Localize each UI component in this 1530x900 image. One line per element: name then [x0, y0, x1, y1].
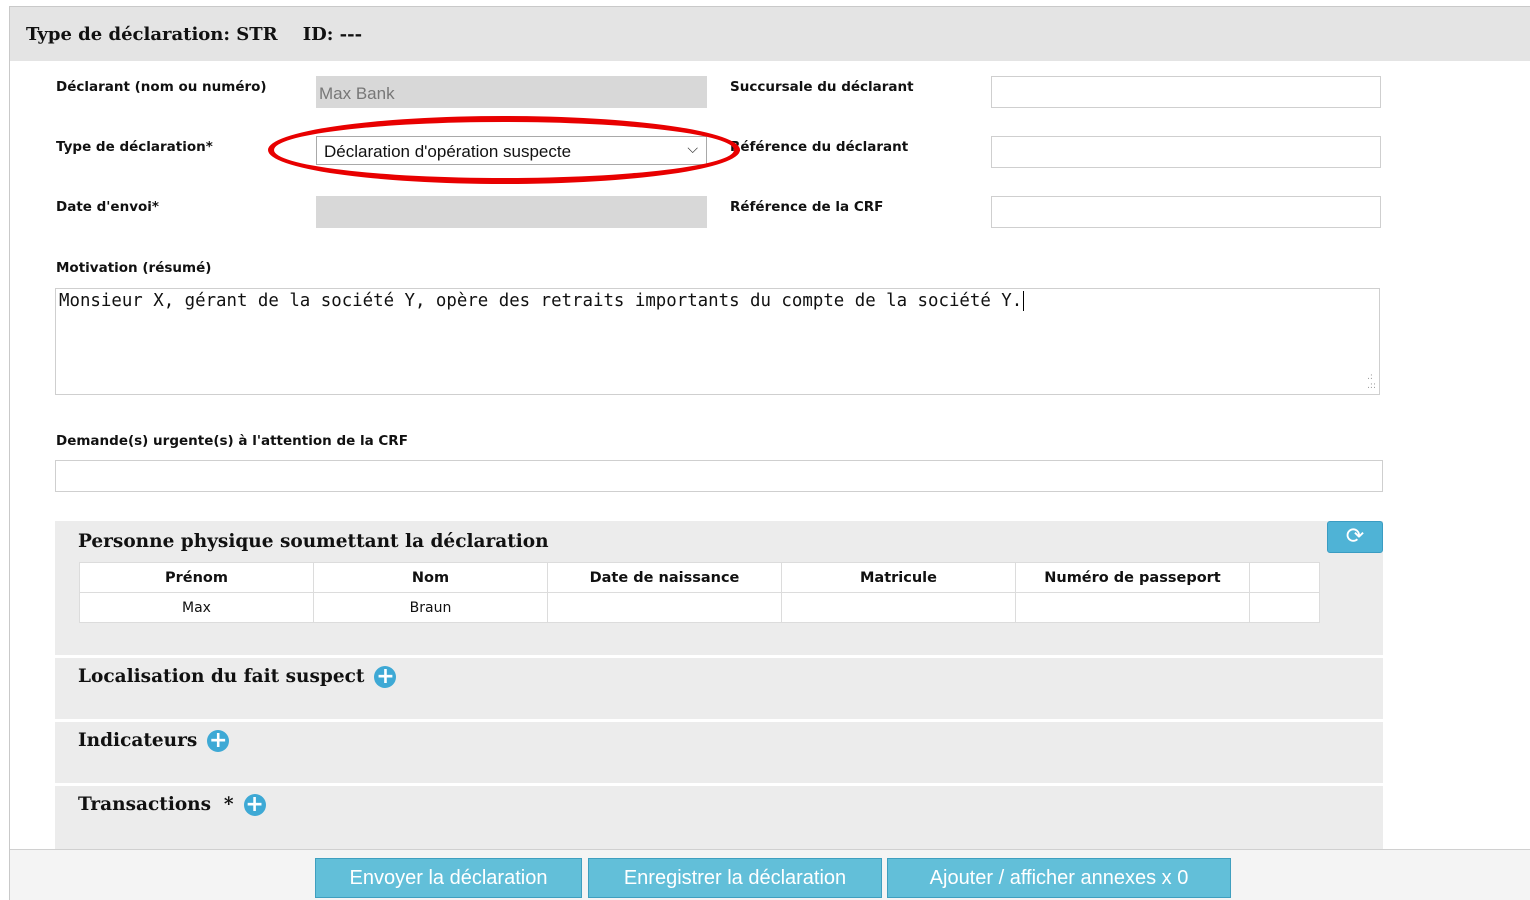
motivation-label: Motivation (résumé) — [56, 260, 212, 276]
add-indicator-icon[interactable]: + — [207, 730, 230, 752]
send-date-label: Date d'envoi* — [56, 199, 159, 215]
declarant-ref-label: Référence du déclarant — [730, 139, 909, 155]
transactions-section: Transactions * + — [55, 786, 1383, 849]
table-cell: Max — [79, 592, 314, 623]
motivation-text: Monsieur X, gérant de la société Y, opèr… — [59, 291, 1025, 311]
transactions-section-title: Transactions * — [78, 794, 234, 815]
table-cell — [1015, 592, 1250, 623]
refresh-icon: ⟳ — [1345, 524, 1365, 549]
column-header: Matricule — [781, 562, 1016, 593]
person-table: Prénom Nom Date de naissance Matricule N… — [79, 562, 1320, 623]
table-cell — [781, 592, 1016, 623]
person-panel-title: Personne physique soumettant la déclarat… — [78, 531, 549, 552]
add-transaction-icon[interactable]: + — [243, 794, 266, 816]
table-cell — [1249, 592, 1320, 623]
location-section-title: Localisation du fait suspect — [78, 666, 365, 687]
motivation-textarea[interactable]: Monsieur X, gérant de la société Y, opèr… — [55, 288, 1380, 395]
resize-grip-icon[interactable]: .:.:: — [1367, 373, 1376, 391]
annexes-button[interactable]: Ajouter / afficher annexes x 0 — [887, 858, 1231, 898]
column-header: Numéro de passeport — [1015, 562, 1250, 593]
declaration-type-select[interactable]: Déclaration d'opération suspecte ⌵ — [316, 136, 707, 165]
table-row[interactable]: Max Braun — [79, 592, 1320, 623]
table-cell — [547, 592, 782, 623]
branch-label: Succursale du déclarant — [730, 79, 914, 95]
declaration-type-value: Déclaration d'opération suspecte — [324, 142, 572, 161]
save-declaration-button[interactable]: Enregistrer la déclaration — [588, 858, 882, 898]
urgent-field[interactable] — [55, 460, 1383, 492]
column-header: Prénom — [79, 562, 314, 593]
crf-ref-label: Référence de la CRF — [730, 199, 884, 215]
declarant-label: Déclarant (nom ou numéro) — [56, 79, 267, 95]
table-cell: Braun — [313, 592, 548, 623]
send-declaration-button[interactable]: Envoyer la déclaration — [315, 858, 582, 898]
add-location-icon[interactable]: + — [374, 666, 397, 688]
location-section: Localisation du fait suspect + — [55, 658, 1383, 719]
page-title: Type de déclaration: STR ID: --- — [26, 24, 363, 45]
declarant-field: Max Bank — [316, 76, 707, 108]
form-header: Type de déclaration: STR ID: --- — [10, 7, 1530, 61]
indicators-section: Indicateurs + — [55, 722, 1383, 783]
urgent-label: Demande(s) urgente(s) à l'attention de l… — [56, 433, 408, 449]
column-header: Nom — [313, 562, 548, 593]
declarant-ref-field[interactable] — [991, 136, 1381, 168]
indicators-section-title: Indicateurs — [78, 730, 198, 751]
table-header-row: Prénom Nom Date de naissance Matricule N… — [79, 562, 1320, 593]
column-header: Date de naissance — [547, 562, 782, 593]
crf-ref-field[interactable] — [991, 196, 1381, 228]
send-date-field — [316, 196, 707, 228]
chevron-down-icon: ⌵ — [687, 141, 698, 157]
type-label: Type de déclaration* — [56, 139, 213, 155]
column-header — [1249, 562, 1320, 593]
branch-field[interactable] — [991, 76, 1381, 108]
refresh-button[interactable]: ⟳ — [1327, 521, 1383, 553]
